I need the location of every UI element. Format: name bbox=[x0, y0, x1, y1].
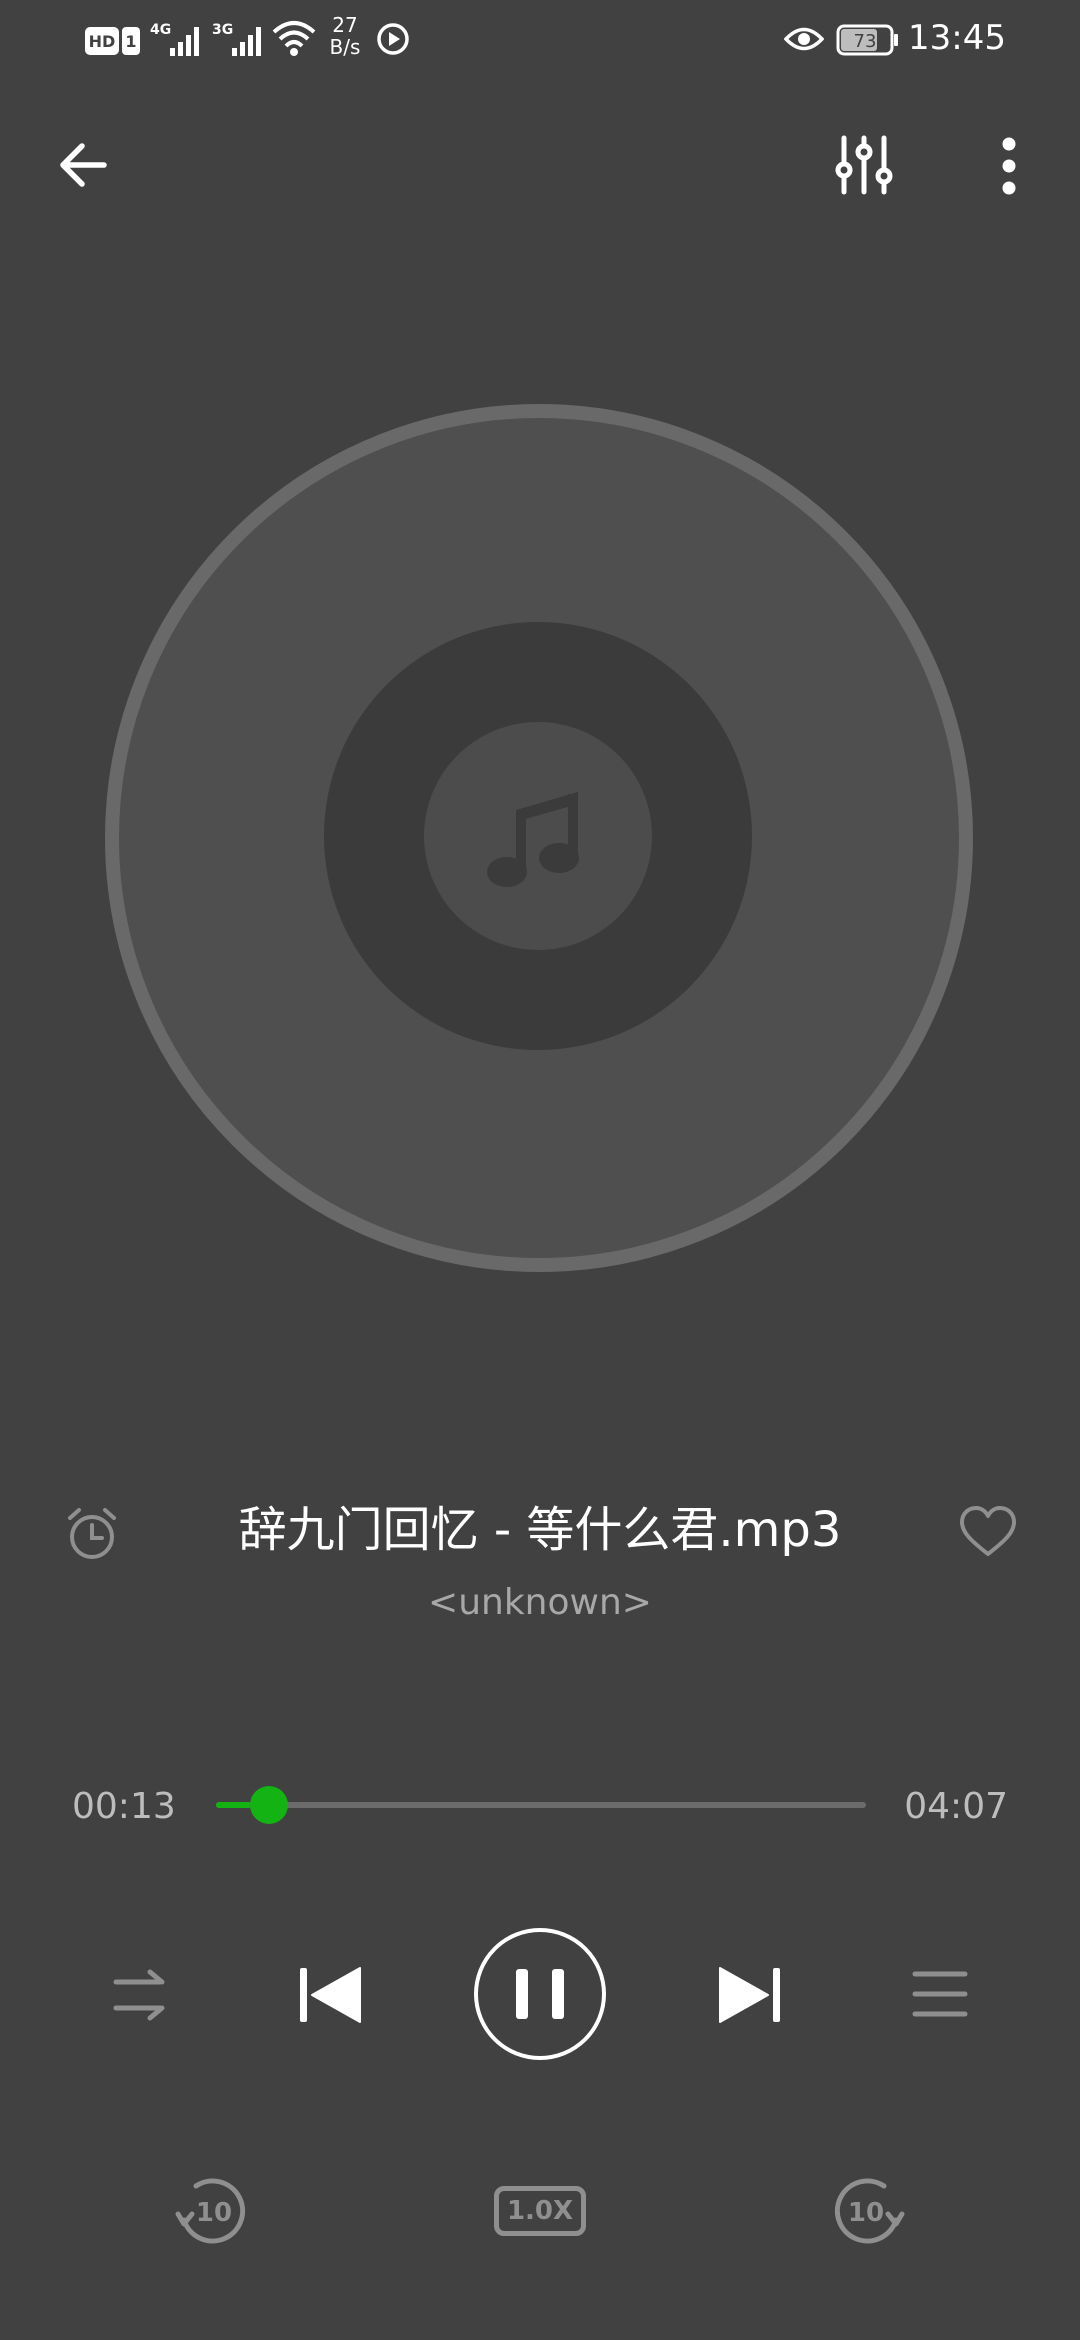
eye-icon bbox=[784, 27, 824, 51]
music-note-icon bbox=[487, 792, 579, 887]
wifi-icon bbox=[272, 21, 316, 56]
progress-fill bbox=[216, 1802, 251, 1808]
clock: 13:45 bbox=[908, 18, 1006, 58]
sleep-timer-button[interactable] bbox=[62, 1504, 122, 1564]
skip-previous-icon bbox=[300, 1967, 361, 2023]
repeat-list-icon bbox=[113, 1969, 165, 2021]
equalizer-button[interactable] bbox=[832, 132, 896, 198]
playlist-button[interactable] bbox=[910, 1966, 970, 2022]
song-title: 辞九门回忆 - 等什么君.mp3 bbox=[238, 1502, 842, 1558]
svg-text:73: 73 bbox=[854, 31, 877, 52]
forward-10-button[interactable]: 10 bbox=[830, 2176, 906, 2248]
network-speed-unit: B/s bbox=[329, 35, 361, 59]
hd-badge-icon: HD 1 bbox=[85, 27, 140, 55]
current-time: 00:13 bbox=[72, 1786, 176, 1827]
favorite-button[interactable] bbox=[958, 1504, 1018, 1560]
svg-text:HD: HD bbox=[89, 32, 116, 51]
svg-text:3G: 3G bbox=[212, 22, 233, 38]
alarm-clock-icon bbox=[68, 1508, 116, 1559]
battery-icon: 73 bbox=[836, 24, 898, 56]
network-speed-value: 27 bbox=[332, 13, 358, 37]
media-playing-icon bbox=[377, 23, 409, 55]
playlist-icon bbox=[912, 1971, 968, 2017]
total-time: 04:07 bbox=[904, 1786, 1008, 1827]
shuffle-mode-button[interactable] bbox=[112, 1964, 168, 2026]
svg-text:4G: 4G bbox=[150, 22, 171, 38]
back-button[interactable] bbox=[54, 134, 116, 196]
forward-10-icon: 10 bbox=[834, 2178, 905, 2244]
more-button[interactable] bbox=[992, 134, 1026, 198]
previous-button[interactable] bbox=[296, 1962, 366, 2028]
signal-3g-icon: 3G bbox=[212, 22, 261, 56]
signal-4g-icon: 4G bbox=[150, 22, 199, 56]
status-bar: HD 1 4G 3G 27 B/s 73 13:45 bbox=[0, 0, 1080, 80]
svg-text:10: 10 bbox=[848, 2198, 884, 2228]
rewind-10-icon: 10 bbox=[175, 2178, 246, 2244]
heart-icon bbox=[960, 1506, 1016, 1556]
arrow-left-icon bbox=[60, 143, 107, 187]
skip-next-icon bbox=[719, 1967, 780, 2023]
rewind-10-button[interactable]: 10 bbox=[174, 2176, 250, 2248]
more-vertical-icon bbox=[1002, 137, 1016, 195]
network-speed: 27 B/s bbox=[320, 14, 370, 58]
progress-track[interactable] bbox=[216, 1802, 866, 1808]
next-button[interactable] bbox=[714, 1962, 784, 2028]
playback-speed-button[interactable]: 1.0X bbox=[494, 2186, 586, 2236]
equalizer-icon bbox=[835, 135, 893, 195]
svg-text:10: 10 bbox=[196, 2198, 232, 2228]
svg-text:1: 1 bbox=[125, 32, 136, 51]
pause-button[interactable] bbox=[472, 1926, 608, 2062]
progress-thumb[interactable] bbox=[250, 1786, 289, 1824]
pause-icon bbox=[474, 1928, 606, 2060]
song-artist: <unknown> bbox=[428, 1582, 652, 1623]
